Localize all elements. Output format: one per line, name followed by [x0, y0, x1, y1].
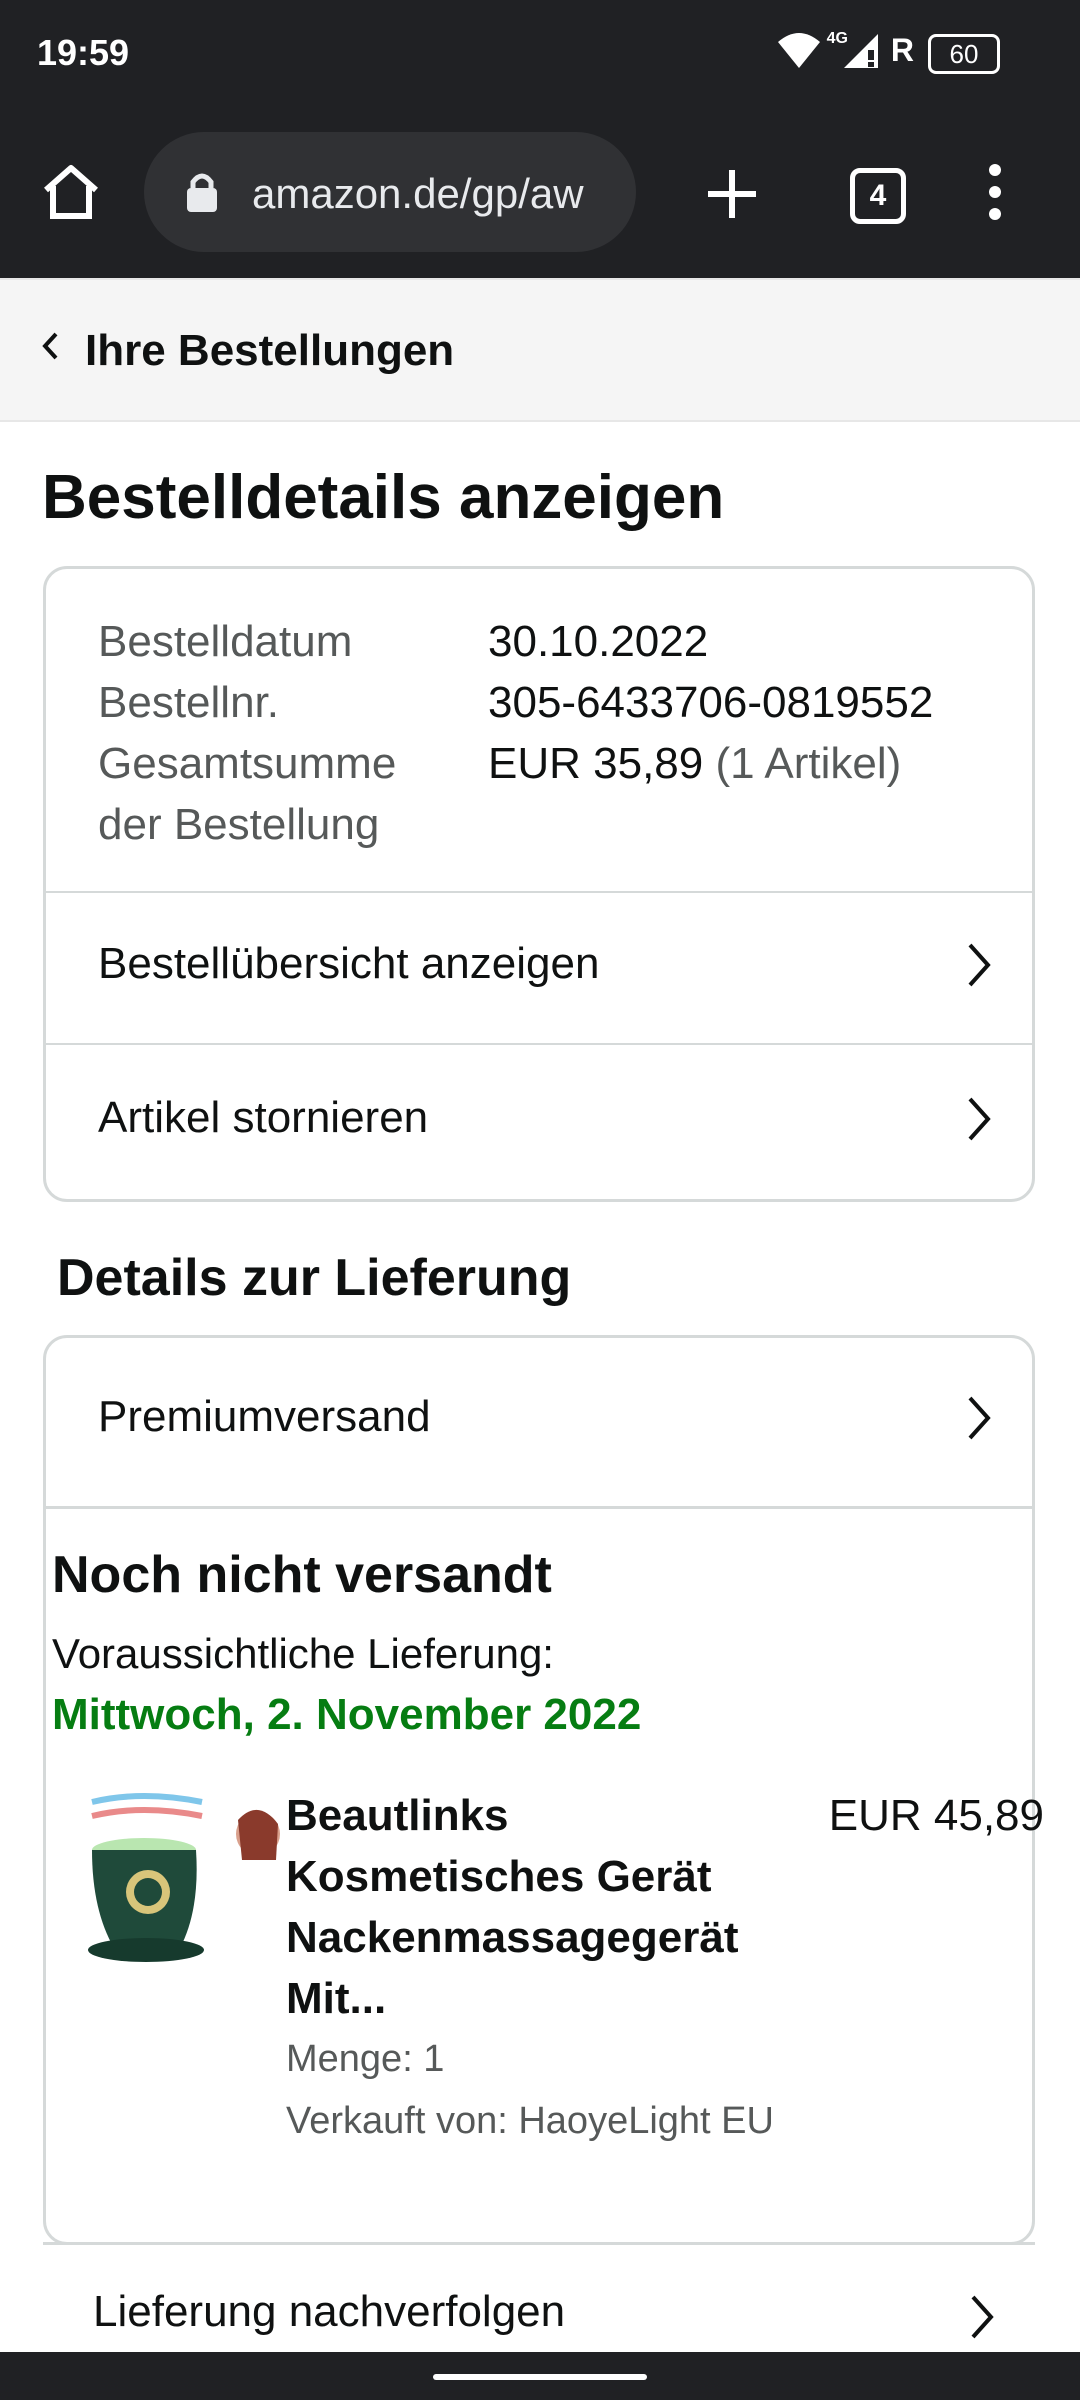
chevron-right-icon	[969, 2293, 995, 2346]
shipping-method-row[interactable]: Premiumversand	[46, 1338, 1032, 1506]
cancel-items-label: Artikel stornieren	[98, 1093, 429, 1142]
status-time: 19:59	[37, 32, 130, 73]
product-seller: Verkauft von: HaoyeLight EU	[286, 2100, 774, 2142]
track-delivery-row[interactable]: Lieferung nachverfolgen	[43, 2242, 1035, 2355]
order-summary-card: Bestelldatum 30.10.2022 Bestellnr. 305-6…	[43, 566, 1035, 1202]
status-bar: 19:59 4G R 60	[0, 0, 1080, 110]
url-text: amazon.de/gp/aw	[252, 170, 584, 217]
navigation-bar	[0, 2352, 1080, 2400]
chevron-right-icon	[966, 941, 992, 994]
product-title-line: Beautlinks	[286, 1791, 509, 1840]
total-items: (1 Artikel)	[715, 739, 902, 788]
product-title-line: Mit...	[286, 1974, 387, 2023]
total-amount: EUR 35,89	[488, 739, 704, 788]
product-image[interactable]	[52, 1790, 292, 1970]
page-title: Bestelldetails anzeigen	[42, 463, 725, 532]
order-date-label: Bestelldatum	[98, 617, 353, 666]
chevron-right-icon	[966, 1095, 992, 1148]
order-total-label-line1: Gesamtsumme	[98, 739, 397, 788]
order-number-value: 305-6433706-0819552	[488, 678, 934, 727]
battery-icon: 60	[928, 34, 1000, 74]
expected-delivery-date: Mittwoch, 2. November 2022	[52, 1690, 642, 1739]
tabs-count: 4	[869, 179, 887, 212]
product-title[interactable]: Beautlinks Kosmetisches Gerät Nackenmass…	[286, 1785, 746, 2029]
url-bar[interactable]: amazon.de/gp/aw	[144, 132, 636, 252]
chevron-left-icon	[40, 330, 60, 367]
product-title-line: Kosmetisches Gerät	[286, 1852, 712, 1901]
shipping-method-label: Premiumversand	[98, 1392, 431, 1441]
chevron-right-icon	[966, 1394, 992, 1447]
order-overview-label: Bestellübersicht anzeigen	[98, 939, 600, 988]
browser-toolbar: amazon.de/gp/aw 4	[0, 110, 1080, 278]
order-total-label-line2: der Bestellung	[98, 800, 380, 849]
tab-switcher-icon[interactable]: 4	[850, 168, 906, 224]
home-gesture-handle[interactable]	[433, 2374, 647, 2380]
more-menu-icon[interactable]	[988, 162, 1002, 227]
roaming-indicator: R	[890, 32, 914, 68]
product-price: EUR 45,89	[828, 1791, 1044, 1840]
product-quantity: Menge: 1	[286, 2038, 445, 2080]
home-icon[interactable]	[40, 162, 102, 227]
new-tab-icon[interactable]	[706, 168, 758, 225]
order-overview-row[interactable]: Bestellübersicht anzeigen	[46, 891, 1032, 1045]
order-number-label: Bestellnr.	[98, 678, 279, 727]
lock-icon	[184, 170, 220, 219]
signal-icon	[842, 32, 882, 75]
wifi-icon	[776, 30, 822, 75]
battery-level: 60	[949, 39, 979, 69]
delivery-section-title: Details zur Lieferung	[57, 1249, 572, 1307]
breadcrumb[interactable]: Ihre Bestellungen	[0, 278, 1080, 422]
order-total-value: EUR 35,89 (1 Artikel)	[488, 733, 901, 794]
track-delivery-label: Lieferung nachverfolgen	[93, 2287, 566, 2336]
shipment-status: Noch nicht versandt	[52, 1546, 552, 1604]
cancel-items-row[interactable]: Artikel stornieren	[46, 1043, 1032, 1201]
expected-delivery-label: Voraussichtliche Lieferung:	[52, 1630, 554, 1677]
product-title-line: Nackenmassagegerät	[286, 1913, 739, 1962]
breadcrumb-label: Ihre Bestellungen	[85, 326, 455, 375]
order-date-value: 30.10.2022	[488, 617, 709, 666]
